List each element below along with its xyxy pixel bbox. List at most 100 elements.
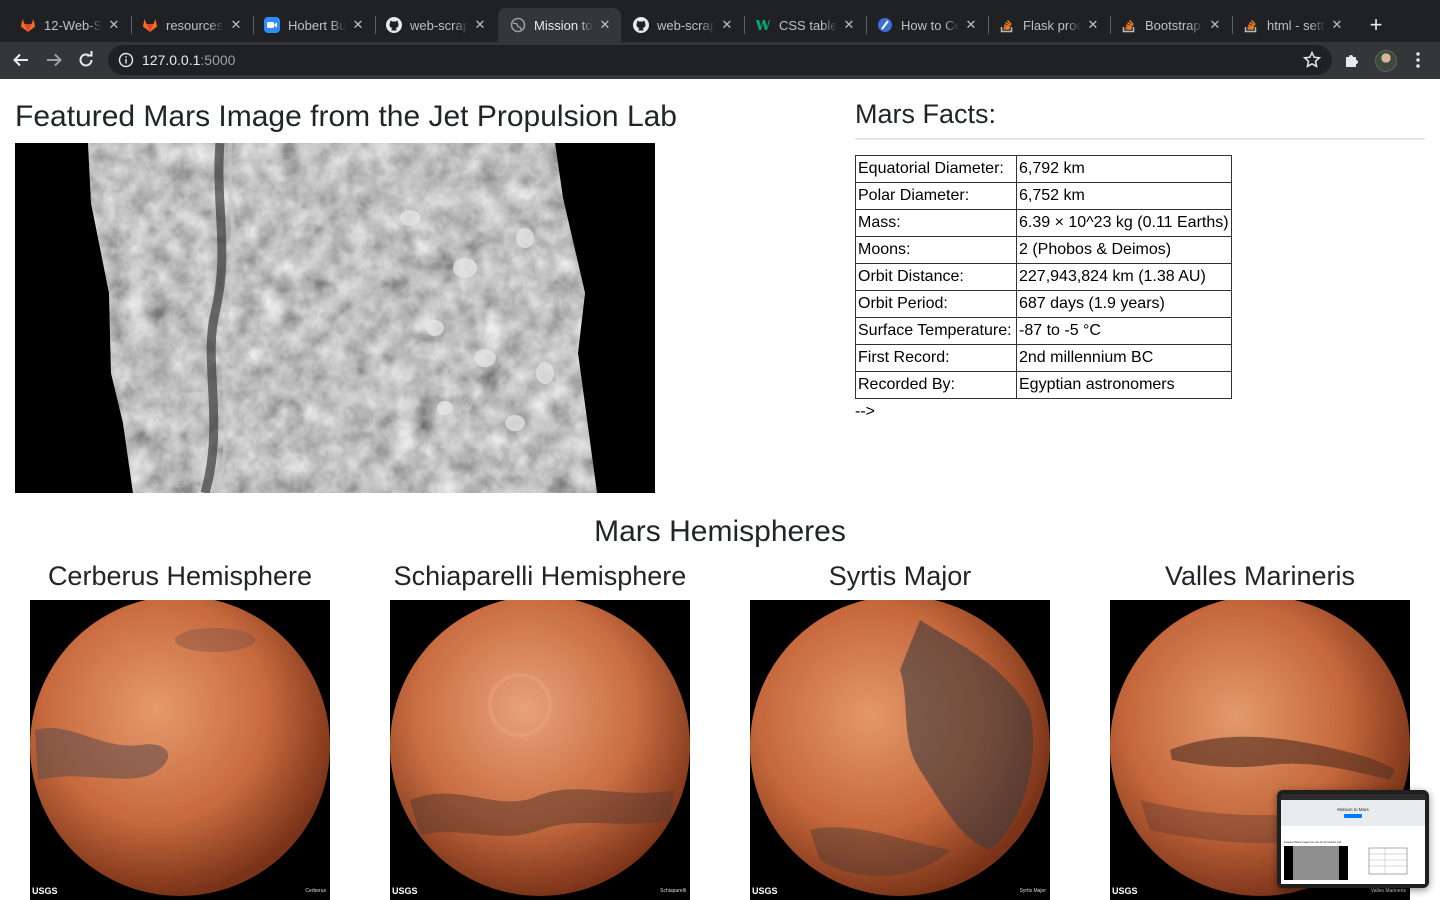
tab-title: web-scraping [657,17,715,33]
preview-title: Mission to Mars [1337,807,1369,812]
image-caption: Cerberus [305,888,326,894]
usgs-logo: USGS [32,886,58,896]
hemisphere-card-syrtis-major: Syrtis Major USGS Syrtis Major [720,559,1080,900]
close-tab-icon[interactable]: ✕ [350,17,366,33]
hemisphere-title: Valles Marineris [1164,561,1356,591]
reload-icon [79,51,93,67]
globe-icon [510,17,526,33]
fact-label: Orbit Period: [855,290,1017,318]
usgs-logo: USGS [752,886,778,896]
divider [855,138,1425,140]
fact-value: 2nd millennium BC [1016,344,1232,372]
page-content: Featured Mars Image from the Jet Propuls… [0,79,1440,900]
github-icon [633,17,649,33]
tab-resources[interactable]: resources ✕ [130,8,252,42]
featured-image-heading: Featured Mars Image from the Jet Propuls… [15,100,677,133]
github-icon [386,17,402,33]
browser-toolbar: 127.0.0.1:5000 [0,42,1440,79]
fact-value: 6,792 km [1016,155,1232,183]
fact-label: Mass: [855,209,1017,237]
close-tab-icon[interactable]: ✕ [719,17,735,33]
preview-content: Mission to Mars Featured Mars Image from… [1281,794,1425,884]
tab-html-setting[interactable]: html - setting ✕ [1231,8,1353,42]
close-tab-icon[interactable]: ✕ [841,17,857,33]
tab-title: resources [166,17,224,33]
back-arrow-icon [13,53,28,67]
usgs-logo: USGS [1112,886,1138,896]
close-tab-icon[interactable]: ✕ [1207,17,1223,33]
tab-title: html - setting [1267,17,1325,33]
reload-button[interactable] [72,46,100,74]
gitlab-icon [20,17,36,33]
close-tab-icon[interactable]: ✕ [228,17,244,33]
tab-zoom[interactable]: Hobert Bu ✕ [252,8,374,42]
image-caption: Syrtis Major [1019,888,1046,894]
tab-how-to-center[interactable]: How to Center ✕ [865,8,987,42]
tab-bootstrap[interactable]: Bootstrap ✕ [1109,8,1231,42]
new-tab-button[interactable]: + [1362,11,1390,39]
fact-label: Moons: [855,236,1017,264]
table-row: Recorded By: Egyptian astronomers [855,371,1232,399]
close-tab-icon[interactable]: ✕ [963,17,979,33]
address-bar[interactable]: 127.0.0.1:5000 [108,45,1332,75]
mars-facts-table: Equatorial Diameter: 6,792 km Polar Diame… [855,155,1232,399]
table-row: Orbit Period: 687 days (1.9 years) [855,290,1232,318]
hemisphere-card-schiaparelli: Schiaparelli Hemisphere USGS Schiaparell… [360,559,720,900]
fact-label: First Record: [855,344,1017,372]
stackoverflow-icon [999,17,1015,33]
tab-css-tables[interactable]: CSS tables ✕ [743,8,865,42]
profile-avatar[interactable] [1375,50,1397,72]
tab-github-web-scraping[interactable]: web-scraping ✕ [374,8,496,42]
tab-title: How to Center [901,17,959,33]
hemisphere-title: Syrtis Major [828,561,972,591]
tab-title: Mission to Mars [534,17,593,33]
tab-flask-production[interactable]: Flask production ✕ [987,8,1109,42]
bookmark-star-icon[interactable] [1302,50,1322,70]
fact-label: Surface Temperature: [855,317,1017,345]
fact-value: 6.39 × 10^23 kg (0.11 Earths) [1016,209,1232,237]
tab-title: web-scraping [410,17,468,33]
tab-12-web-scraping[interactable]: 12-Web-Scraping-and-Document-Databases ✕ [8,8,130,42]
hemispheres-heading: Mars Hemispheres [594,515,846,548]
fact-value: -87 to -5 °C [1016,317,1232,345]
tab-github-web-scraping-2[interactable]: web-scraping ✕ [621,8,743,42]
more-menu-icon[interactable] [1408,50,1428,70]
fact-label: Orbit Distance: [855,263,1017,291]
table-row: Polar Diameter: 6,752 km [855,182,1232,210]
mars-facts-heading: Mars Facts: [855,99,997,129]
browser-tab-strip: 12-Web-Scraping-and-Document-Databases ✕… [0,0,1440,42]
fact-value: 227,943,824 km (1.38 AU) [1016,263,1232,291]
close-tab-icon[interactable]: ✕ [597,17,613,33]
close-tab-icon[interactable]: ✕ [472,17,488,33]
hemisphere-title: Cerberus Hemisphere [47,561,313,591]
tab-title: Bootstrap [1145,17,1201,33]
tab-mission-to-mars[interactable]: Mission to Mars ✕ [498,8,621,42]
table-row: First Record: 2nd millennium BC [855,344,1232,372]
screenshot-preview-thumbnail[interactable]: Mission to Mars Featured Mars Image from… [1277,790,1429,888]
hemisphere-image[interactable]: USGS Syrtis Major [750,600,1050,900]
close-tab-icon[interactable]: ✕ [1329,17,1345,33]
table-row: Surface Temperature: -87 to -5 °C [855,317,1232,345]
url-text: 127.0.0.1:5000 [142,52,235,68]
close-tab-icon[interactable]: ✕ [106,17,122,33]
fact-value: 2 (Phobos & Deimos) [1016,236,1232,264]
stackoverflow-icon [1243,17,1259,33]
close-tab-icon[interactable]: ✕ [1085,17,1101,33]
stackoverflow-icon [1121,17,1137,33]
image-caption: Valles Marineris [1370,888,1406,894]
fact-label: Polar Diameter: [855,182,1017,210]
featured-mars-image [15,143,655,493]
info-icon[interactable] [118,52,134,68]
preview-subtitle: Featured Mars Image from the Jet Propuls… [1284,840,1342,844]
table-row: Mass: 6.39 × 10^23 kg (0.11 Earths) [855,209,1232,237]
hemisphere-image[interactable]: USGS Cerberus [30,600,330,900]
url-port: :5000 [200,52,236,68]
image-caption: Schiaparelli [660,888,686,894]
hemisphere-image[interactable]: USGS Schiaparelli [390,600,690,900]
tab-title: 12-Web-Scraping-and-Document-Databases [44,17,102,33]
back-button[interactable] [7,46,35,74]
fact-label: Equatorial Diameter: [855,155,1017,183]
extensions-puzzle-icon[interactable] [1343,50,1363,70]
forward-button[interactable] [40,46,68,74]
gitlab-icon [142,17,158,33]
